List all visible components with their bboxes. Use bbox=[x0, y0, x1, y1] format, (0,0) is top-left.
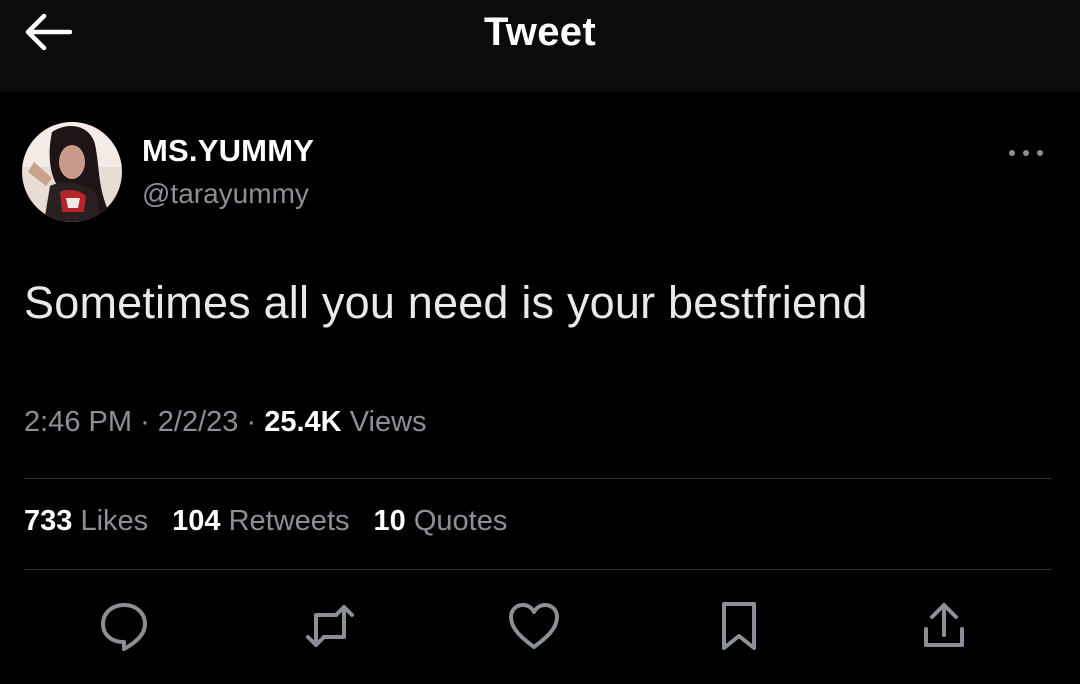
quotes-label: Quotes bbox=[413, 505, 508, 537]
page-title: Tweet bbox=[484, 10, 596, 54]
like-button[interactable] bbox=[506, 598, 562, 654]
retweets-stat[interactable]: 104 Retweets bbox=[172, 505, 349, 538]
tweet-time[interactable]: 2:46 PM bbox=[24, 406, 132, 438]
retweet-icon bbox=[306, 605, 354, 647]
top-bar: Tweet bbox=[0, 0, 1080, 92]
divider bbox=[24, 569, 1052, 570]
retweet-button[interactable] bbox=[302, 598, 358, 654]
divider bbox=[24, 478, 1052, 479]
share-icon bbox=[924, 603, 964, 647]
tweet-text: Sometimes all you need is your bestfrien… bbox=[24, 277, 868, 328]
quotes-count: 10 bbox=[373, 505, 406, 537]
reply-button[interactable] bbox=[96, 598, 152, 654]
avatar[interactable] bbox=[22, 122, 122, 222]
tweet-meta: 2:46 PM · 2/2/23 · 25.4K Views bbox=[24, 406, 427, 439]
profile-photo bbox=[22, 122, 122, 222]
retweets-count: 104 bbox=[172, 505, 221, 537]
likes-count: 733 bbox=[24, 505, 73, 537]
heart-icon bbox=[509, 603, 559, 649]
likes-stat[interactable]: 733 Likes bbox=[24, 505, 148, 538]
bookmark-button[interactable] bbox=[711, 598, 767, 654]
bookmark-icon bbox=[722, 602, 756, 650]
display-name[interactable]: MS.YUMMY bbox=[142, 133, 314, 169]
engagement-stats: 733 Likes 104 Retweets 10 Quotes bbox=[24, 505, 507, 538]
reply-icon bbox=[101, 603, 147, 651]
retweets-label: Retweets bbox=[228, 505, 350, 537]
views-label: Views bbox=[349, 406, 427, 438]
tweet-date[interactable]: 2/2/23 bbox=[158, 406, 239, 438]
likes-label: Likes bbox=[80, 505, 149, 537]
meta-separator: · bbox=[140, 406, 150, 438]
tweet-screen: Tweet MS.YUMMY @tarayummy Sometimes all … bbox=[0, 0, 1080, 684]
ellipsis-icon bbox=[1009, 150, 1043, 156]
user-handle[interactable]: @tarayummy bbox=[142, 178, 309, 210]
views-count: 25.4K bbox=[264, 406, 342, 438]
quotes-stat[interactable]: 10 Quotes bbox=[374, 505, 508, 538]
share-button[interactable] bbox=[916, 598, 972, 654]
more-options-button[interactable] bbox=[996, 136, 1056, 170]
meta-separator: · bbox=[246, 406, 257, 438]
